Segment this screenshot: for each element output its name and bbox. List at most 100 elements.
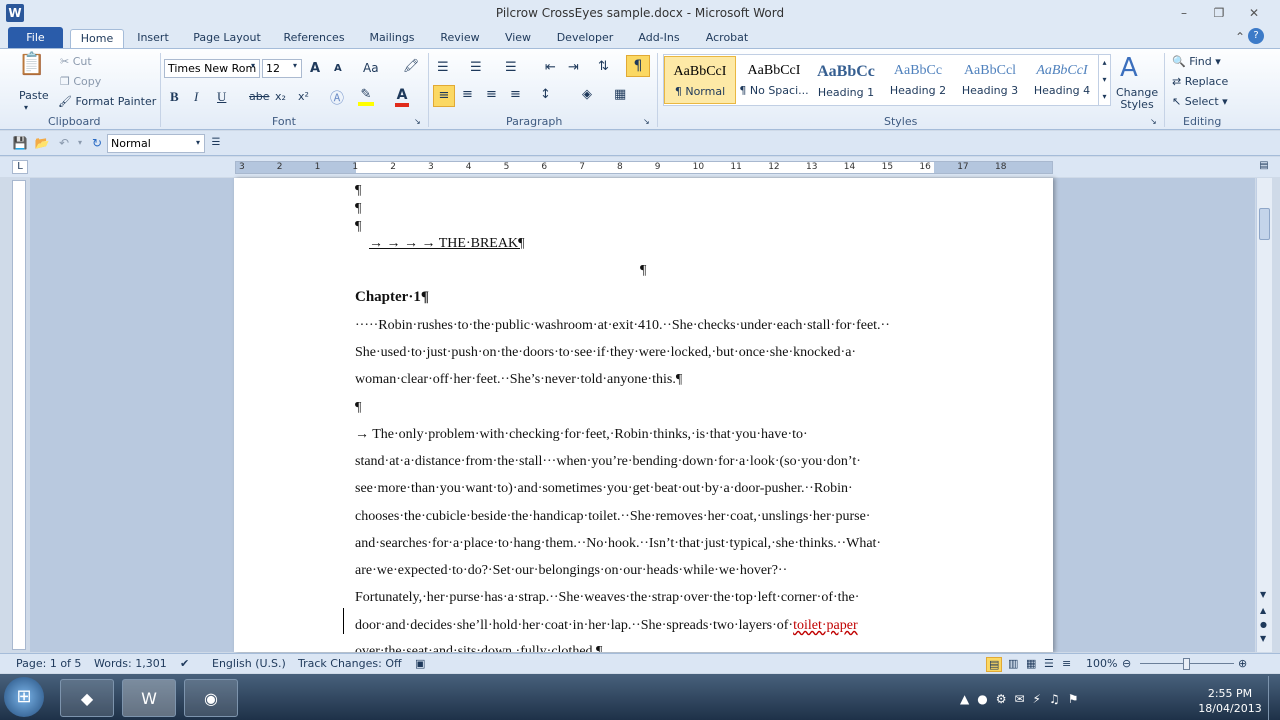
customize-qat-icon[interactable]: ☰ — [206, 133, 226, 153]
tab-insert[interactable]: Insert — [130, 29, 176, 48]
highlight-icon[interactable]: ✎ — [358, 87, 374, 106]
tab-page-layout[interactable]: Page Layout — [188, 29, 266, 48]
justify-icon[interactable]: ≡ — [510, 87, 521, 102]
style-normal[interactable]: AaBbCcI ¶ Normal — [664, 56, 736, 104]
macro-record-icon[interactable]: ▣ — [415, 657, 425, 670]
outline-view-icon[interactable]: ☰ — [1044, 657, 1054, 670]
save-icon[interactable]: 💾 — [10, 133, 30, 153]
previous-page-icon[interactable]: ▲ — [1260, 606, 1266, 615]
zoom-level[interactable]: 100% — [1086, 657, 1117, 670]
word-count[interactable]: Words: 1,301 — [94, 657, 167, 670]
replace-button[interactable]: ⇄ Replace — [1172, 75, 1228, 88]
horizontal-ruler[interactable]: 3 2 1 1 2 3 4 5 6 7 8 9 10 11 12 13 14 15 16 17 18 — [235, 161, 1053, 174]
tab-acrobat[interactable]: Acrobat — [700, 29, 754, 48]
borders-icon[interactable]: ▦ — [614, 87, 626, 102]
system-clock[interactable]: 2:55 PM 18/04/2013 — [1196, 686, 1264, 716]
tab-references[interactable]: References — [278, 29, 350, 48]
taskbar-app-recorder[interactable]: ◉ — [184, 679, 238, 717]
select-button[interactable]: ↖ Select ▾ — [1172, 95, 1228, 108]
vertical-scrollbar[interactable]: ▼ ▲ ● ▼ — [1256, 178, 1272, 652]
multilevel-list-icon[interactable]: ☰ — [505, 60, 517, 75]
strikethrough-button[interactable]: abe — [249, 90, 270, 103]
paste-icon[interactable]: 📋 — [18, 54, 46, 87]
taskbar-app-word[interactable]: W — [122, 679, 176, 717]
shading-icon[interactable]: ◈ — [582, 87, 592, 102]
print-layout-view-icon[interactable]: ▤ — [986, 657, 1003, 672]
taskbar-app-game[interactable]: ◆ — [60, 679, 114, 717]
align-center-icon[interactable]: ≡ — [462, 87, 473, 102]
zoom-out-icon[interactable]: ⊖ — [1122, 657, 1131, 670]
view-ruler-icon[interactable]: ▤ — [1256, 160, 1272, 174]
style-heading-3[interactable]: AaBbCcl Heading 3 — [954, 56, 1026, 104]
maximize-button[interactable]: ❐ — [1205, 4, 1233, 22]
start-button[interactable]: ⊞ — [4, 677, 44, 717]
copy-button[interactable]: ❐ Copy — [60, 75, 101, 88]
style-box-dropdown-icon[interactable]: ▾ — [188, 133, 208, 153]
tab-file[interactable]: File — [8, 27, 63, 48]
full-screen-reading-icon[interactable]: ▥ — [1008, 657, 1018, 670]
paragraph-dialog-launcher-icon[interactable]: ↘ — [643, 117, 650, 126]
tab-selector-icon[interactable]: L — [12, 160, 28, 174]
paste-dropdown-icon[interactable]: ▾ — [24, 103, 28, 112]
style-heading-2[interactable]: AaBbCc Heading 2 — [882, 56, 954, 104]
clear-formatting-icon[interactable]: 🖍 — [403, 59, 420, 74]
bullets-icon[interactable]: ☰ — [437, 60, 449, 75]
find-button[interactable]: 🔍 Find ▾ — [1172, 55, 1221, 68]
close-button[interactable]: ✕ — [1240, 4, 1268, 22]
draft-view-icon[interactable]: ≡ — [1062, 657, 1071, 670]
language-status[interactable]: English (U.S.) — [212, 657, 286, 670]
repeat-icon[interactable]: ↻ — [87, 133, 107, 153]
scroll-thumb[interactable] — [1259, 208, 1270, 240]
sort-icon[interactable]: ⇅ — [598, 59, 609, 74]
text-effects-icon[interactable]: Ⓐ — [330, 88, 344, 108]
line-spacing-icon[interactable]: ↕ — [540, 87, 551, 102]
change-styles-icon[interactable]: A — [1120, 53, 1138, 83]
font-size-dropdown-icon[interactable]: ▾ — [293, 61, 297, 70]
align-right-icon[interactable]: ≡ — [486, 87, 497, 102]
style-heading-1[interactable]: AaBbCc Heading 1 — [810, 56, 882, 104]
change-case-button[interactable]: Aa — [363, 61, 379, 75]
document-page[interactable]: ¶ ¶ ¶ → → → → THE·BREAK¶ ¶ Chapter·1¶ ··… — [234, 178, 1053, 652]
select-browse-object-icon[interactable]: ● — [1260, 620, 1267, 629]
font-dialog-launcher-icon[interactable]: ↘ — [414, 117, 421, 126]
help-icon[interactable]: ? — [1248, 28, 1264, 44]
superscript-button[interactable]: x² — [298, 90, 309, 103]
vertical-ruler[interactable] — [12, 180, 26, 650]
tab-add-ins[interactable]: Add-Ins — [630, 29, 688, 48]
italic-button[interactable]: I — [194, 89, 198, 105]
grow-font-button[interactable]: A — [310, 61, 320, 76]
zoom-slider-thumb[interactable] — [1183, 658, 1190, 670]
format-painter-button[interactable]: 🖌 Format Painter — [58, 95, 156, 108]
change-styles-button[interactable]: Change Styles — [1116, 87, 1158, 111]
tab-view[interactable]: View — [498, 29, 538, 48]
misspelled-word[interactable]: toilet·paper — [793, 618, 858, 633]
next-page-icon[interactable]: ▼ — [1260, 634, 1266, 643]
decrease-indent-icon[interactable]: ⇤ — [545, 60, 556, 75]
scroll-down-icon[interactable]: ▼ — [1260, 590, 1266, 599]
styles-dialog-launcher-icon[interactable]: ↘ — [1150, 117, 1157, 126]
styles-scroll-icon[interactable]: ▴ ▾ ▾ — [1098, 54, 1110, 106]
underline-button[interactable]: U — [217, 89, 226, 105]
tab-mailings[interactable]: Mailings — [362, 29, 422, 48]
subscript-button[interactable]: x₂ — [275, 90, 286, 103]
numbering-icon[interactable]: ☰ — [470, 60, 482, 75]
align-left-icon[interactable]: ≡ — [433, 85, 455, 107]
style-no-spacing[interactable]: AaBbCcI ¶ No Spaci... — [738, 56, 810, 104]
system-tray-icons[interactable]: ▲●⚙✉⚡♫⚑ — [960, 692, 1086, 706]
bold-button[interactable]: B — [170, 89, 179, 105]
show-desktop-button[interactable] — [1268, 676, 1280, 720]
proofing-icon[interactable]: ✔ — [180, 657, 189, 670]
paste-button[interactable]: Paste — [19, 89, 49, 102]
open-folder-icon[interactable]: 📂 — [32, 133, 52, 153]
track-changes-status[interactable]: Track Changes: Off — [298, 657, 402, 670]
font-color-button[interactable]: A — [395, 87, 409, 107]
tab-review[interactable]: Review — [434, 29, 486, 48]
font-name-dropdown-icon[interactable]: ▾ — [251, 61, 255, 70]
tab-home[interactable]: Home — [70, 29, 124, 48]
web-layout-icon[interactable]: ▦ — [1026, 657, 1036, 670]
tab-developer[interactable]: Developer — [552, 29, 618, 48]
shrink-font-button[interactable]: A — [334, 63, 342, 74]
font-name-box[interactable]: Times New Rom — [164, 59, 260, 78]
increase-indent-icon[interactable]: ⇥ — [568, 60, 579, 75]
page-count[interactable]: Page: 1 of 5 — [16, 657, 81, 670]
